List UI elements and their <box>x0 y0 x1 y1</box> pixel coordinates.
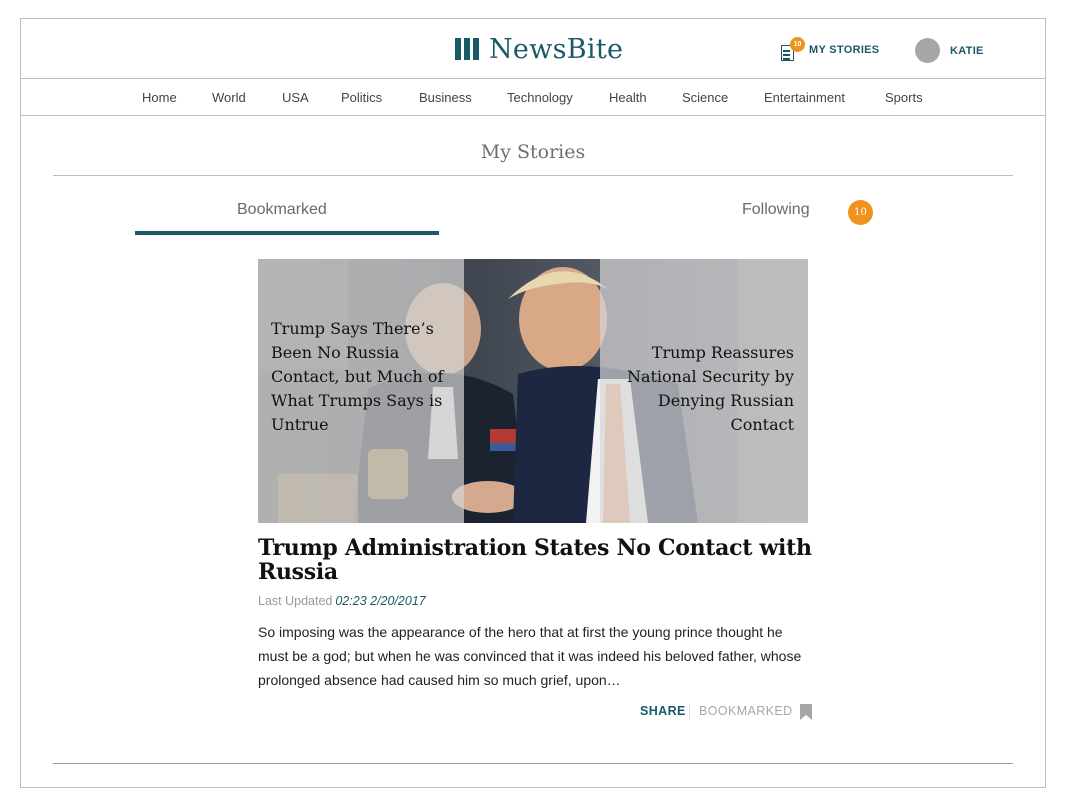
story-excerpt: So imposing was the appearance of the he… <box>258 624 802 688</box>
page-title: My Stories <box>480 141 586 163</box>
bottom-divider <box>53 763 1013 764</box>
last-updated-time: 02:23 2/20/2017 <box>335 594 426 608</box>
story-actions: SHARE BOOKMARKED <box>258 702 812 724</box>
document-icon: 10 <box>779 37 805 63</box>
nav-item-sports[interactable]: Sports <box>885 79 923 116</box>
user-menu[interactable]: KATIE <box>915 38 984 63</box>
nav-item-health[interactable]: Health <box>609 79 647 116</box>
active-tab-indicator <box>135 231 439 235</box>
user-name: KATIE <box>950 44 984 57</box>
my-stories-label: MY STORIES <box>809 44 880 56</box>
following-count-badge: 10 <box>848 200 873 225</box>
bookmarked-button[interactable]: BOOKMARKED <box>699 704 812 720</box>
story-headline[interactable]: Trump Administration States No Contact w… <box>258 536 818 584</box>
nav-item-usa[interactable]: USA <box>282 79 309 116</box>
image-overlay-left: Trump Says There’s Been No Russia Contac… <box>258 259 464 523</box>
avatar <box>915 38 940 63</box>
logo[interactable]: NewsBite <box>455 32 623 66</box>
nav-item-world[interactable]: World <box>212 79 246 116</box>
nav-item-technology[interactable]: Technology <box>507 79 573 116</box>
last-updated-label: Last Updated <box>258 594 333 608</box>
bookmark-icon <box>799 704 812 720</box>
my-stories-count-badge: 10 <box>790 37 805 52</box>
story-image[interactable]: Trump Says There’s Been No Russia Contac… <box>258 259 808 523</box>
nav-item-business[interactable]: Business <box>419 79 472 116</box>
story-meta: Last Updated 02:23 2/20/2017 <box>258 594 426 608</box>
app-frame: NewsBite 10 MY STORIES KATIE Home World … <box>20 18 1046 788</box>
image-headline-left[interactable]: Trump Says There’s Been No Russia Contac… <box>271 317 456 437</box>
tab-bookmarked[interactable]: Bookmarked <box>237 201 327 227</box>
columns-logo-icon <box>455 38 479 60</box>
bookmarked-label: BOOKMARKED <box>699 704 793 718</box>
image-overlay-right: Trump Reassures National Security by Den… <box>600 259 808 523</box>
tab-following[interactable]: Following <box>742 201 810 227</box>
action-divider <box>689 704 690 720</box>
my-stories-link[interactable]: 10 MY STORIES <box>779 35 879 65</box>
share-button[interactable]: SHARE <box>640 704 686 718</box>
brand-name: NewsBite <box>489 33 624 65</box>
main-nav: Home World USA Politics Business Technol… <box>21 79 1045 116</box>
image-headline-right[interactable]: Trump Reassures National Security by Den… <box>604 341 794 437</box>
nav-item-entertainment[interactable]: Entertainment <box>764 79 845 116</box>
nav-item-science[interactable]: Science <box>682 79 728 116</box>
nav-item-politics[interactable]: Politics <box>341 79 382 116</box>
site-header: NewsBite 10 MY STORIES KATIE <box>21 19 1045 79</box>
title-divider <box>53 175 1013 176</box>
nav-item-home[interactable]: Home <box>142 79 177 116</box>
